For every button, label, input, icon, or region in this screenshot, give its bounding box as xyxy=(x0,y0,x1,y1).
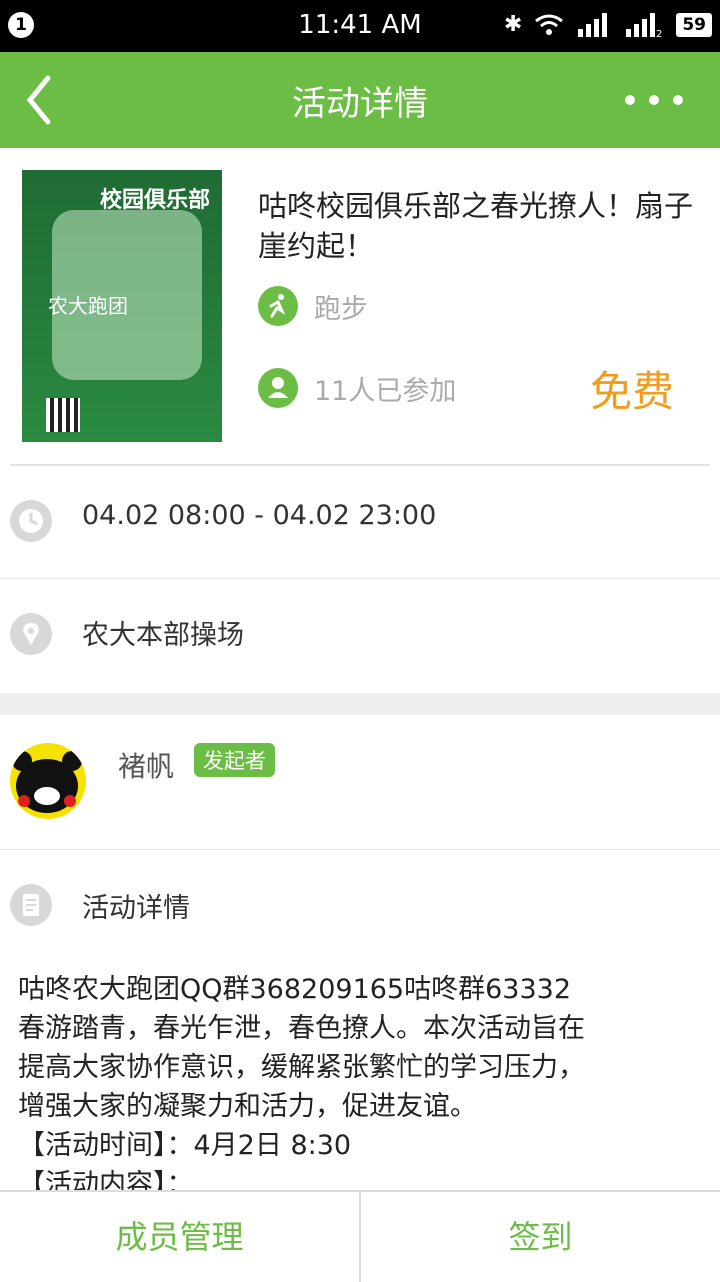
details-heading: 活动详情 xyxy=(82,893,190,924)
document-icon xyxy=(10,884,52,926)
poster-subline: 农大跑团 xyxy=(48,294,128,318)
avatar[interactable] xyxy=(10,743,86,819)
sport-label: 跑步 xyxy=(314,293,368,325)
status-icons: ✱ 2 59 xyxy=(504,12,712,37)
bluetooth-icon: ✱ xyxy=(503,12,523,37)
bottom-action-bar: 成员管理 签到 xyxy=(0,1190,720,1282)
location-row[interactable]: 农大本部操场 xyxy=(0,579,720,691)
details-line: 咕咚农大跑团QQ群368209165咕咚群63332 xyxy=(18,974,571,1005)
section-gap xyxy=(0,693,720,715)
price-label: 免费 xyxy=(589,367,674,416)
details-line: 提高大家协作意识，缓解紧张繁忙的学习压力， xyxy=(18,1052,585,1083)
wifi-icon xyxy=(535,14,564,35)
time-row: 04.02 08:00 - 04.02 23:00 xyxy=(0,466,720,578)
app-bar: 活动详情 xyxy=(0,52,720,148)
clock-icon xyxy=(10,500,52,542)
participants-label: 11人已参加 xyxy=(314,375,457,407)
organizer-badge: 发起者 xyxy=(194,743,275,777)
signal-2-icon: 2 xyxy=(626,12,663,37)
qr-code-icon xyxy=(46,398,80,432)
signal-icon xyxy=(578,12,608,37)
avatar-muzzle xyxy=(34,787,60,805)
activity-card: 校园俱乐部 农大跑团 咕咚校园俱乐部之春光撩人！扇子崖约起！ 跑步 11人已参加… xyxy=(0,148,720,466)
checkin-button[interactable]: 签到 xyxy=(361,1192,720,1282)
location-pin-icon xyxy=(10,613,52,655)
running-icon xyxy=(258,286,298,326)
details-body: 咕咚农大跑团QQ群368209165咕咚群63332 春游踏青，春光乍泄，春色撩… xyxy=(18,970,708,1190)
battery-indicator: 59 xyxy=(676,12,712,37)
participants-row: 11人已参加 xyxy=(258,368,456,408)
sport-row: 跑步 xyxy=(258,286,368,326)
avatar-cheek xyxy=(18,795,30,807)
details-header: 活动详情 xyxy=(0,850,720,960)
page-title: 活动详情 xyxy=(292,84,428,124)
status-bar: 1 11:41 AM ✱ 2 59 xyxy=(0,0,720,52)
activity-poster-image[interactable]: 校园俱乐部 农大跑团 xyxy=(22,170,222,442)
details-line: 春游踏青，春光乍泄，春色撩人。本次活动旨在 xyxy=(18,1013,585,1044)
person-icon xyxy=(258,368,298,408)
avatar-cheek xyxy=(64,795,76,807)
details-line: 增强大家的凝聚力和活力，促进友谊。 xyxy=(18,1091,477,1122)
poster-heading: 校园俱乐部 xyxy=(99,188,210,213)
location-text: 农大本部操场 xyxy=(82,620,244,651)
details-line: 【活动内容】： xyxy=(18,1169,194,1190)
more-dots-icon[interactable] xyxy=(614,78,694,122)
details-line: 【活动时间】：4月2日 8:30 xyxy=(18,1130,352,1161)
svg-text:2: 2 xyxy=(656,29,662,37)
organizer-name: 褚帆 xyxy=(118,750,175,783)
organizer-row[interactable]: 褚帆 发起者 xyxy=(0,715,720,849)
time-range: 04.02 08:00 - 04.02 23:00 xyxy=(82,500,437,531)
activity-title: 咕咚校园俱乐部之春光撩人！扇子崖约起！ xyxy=(258,189,694,263)
members-manage-button[interactable]: 成员管理 xyxy=(0,1192,359,1282)
